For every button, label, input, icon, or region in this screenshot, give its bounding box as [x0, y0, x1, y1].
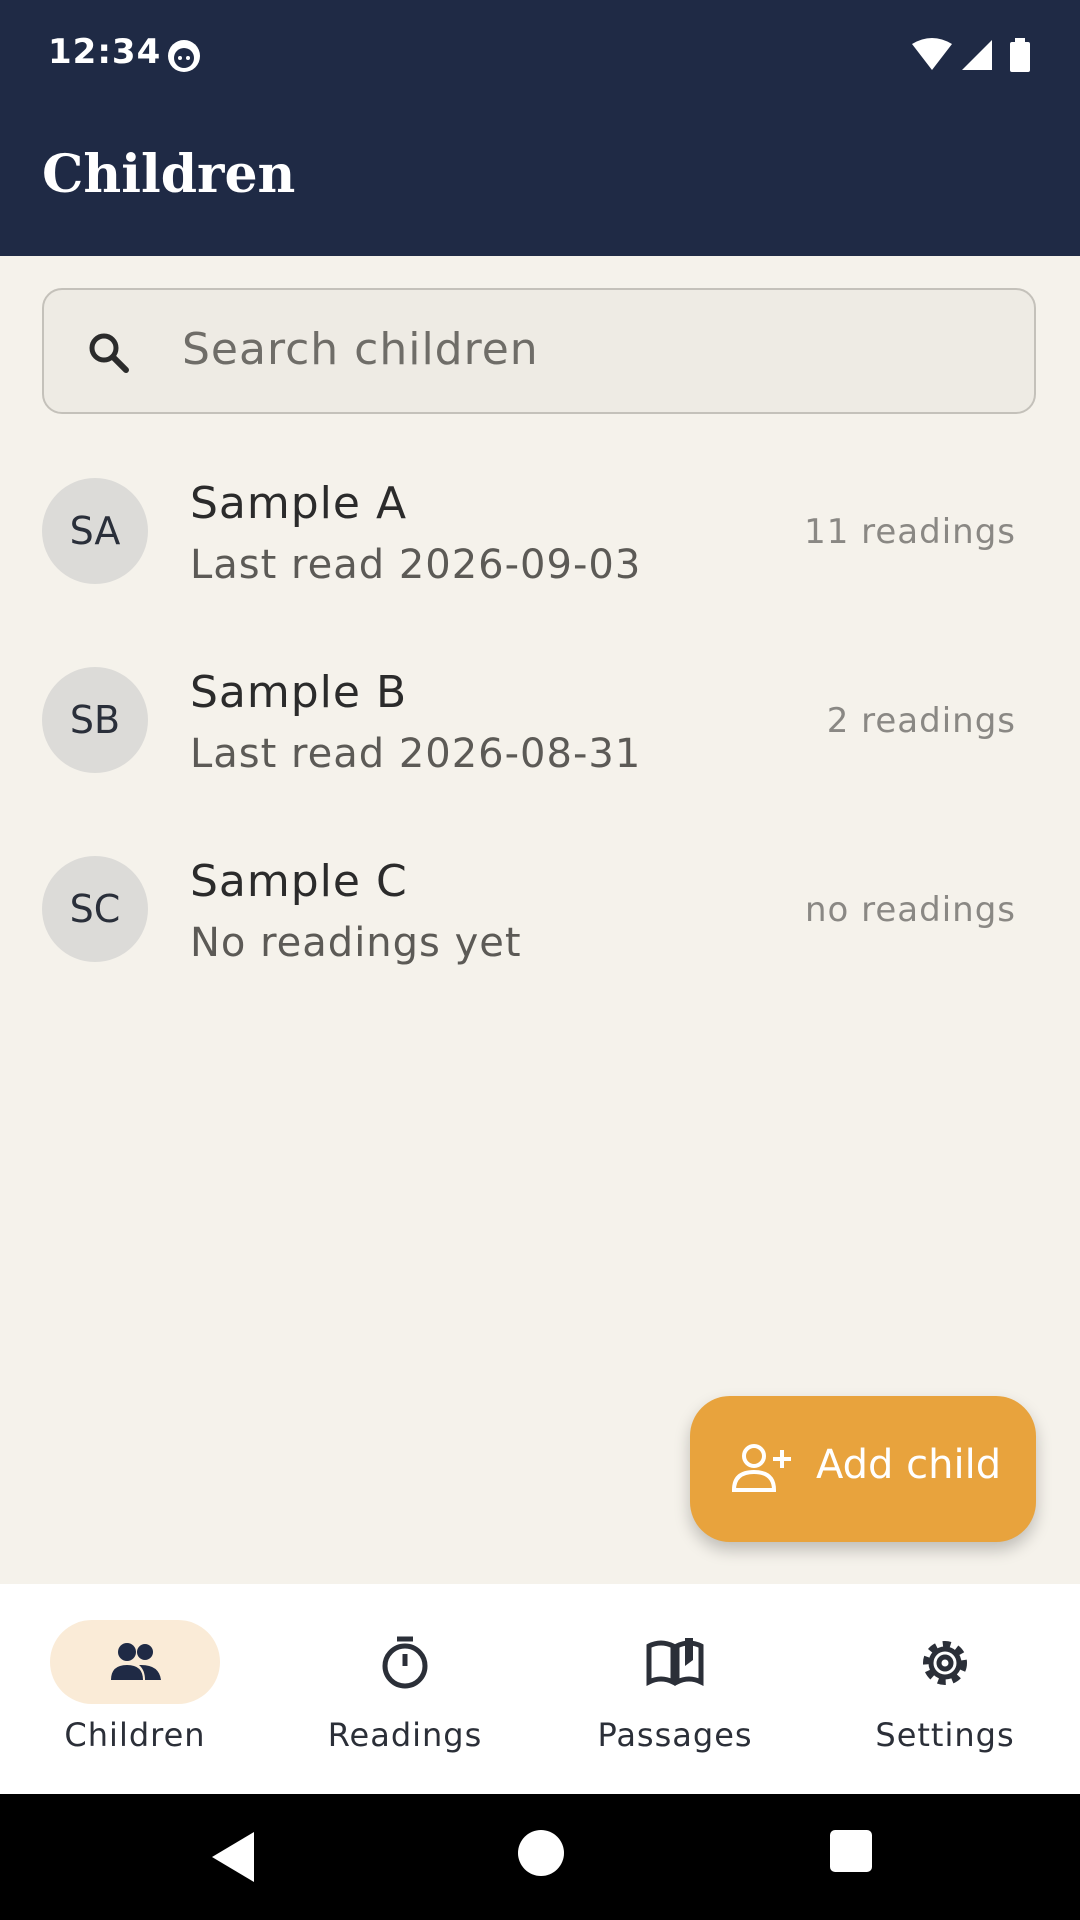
- status-time: 12:34: [48, 32, 162, 72]
- nav-label-children: Children: [64, 1716, 206, 1754]
- avatar: SA: [42, 478, 148, 584]
- person-add-icon: [731, 1444, 791, 1492]
- app-bar: Children: [0, 110, 1080, 256]
- battery-icon: [1010, 42, 1030, 72]
- people-icon: [111, 1643, 161, 1680]
- children-screen: 12:34 Children Search children SA Sample…: [0, 0, 1080, 1920]
- book-icon: [646, 1638, 704, 1687]
- child-name: Sample B: [190, 667, 408, 718]
- status-bar: 12:34: [0, 0, 1080, 110]
- system-navigation-bar: [0, 1794, 1080, 1920]
- child-last-read: Last read 2026-08-31: [190, 731, 642, 777]
- list-item[interactable]: SB Sample B Last read 2026-08-31 2 readi…: [0, 647, 1080, 817]
- search-field[interactable]: Search children: [42, 288, 1036, 414]
- status-icons: [912, 38, 1030, 72]
- child-last-read: Last read 2026-09-03: [190, 542, 642, 588]
- nav-item-readings[interactable]: Readings: [270, 1584, 540, 1794]
- avatar: SB: [42, 667, 148, 773]
- child-last-read: No readings yet: [190, 920, 522, 966]
- nav-label-passages: Passages: [597, 1716, 753, 1754]
- recents-icon[interactable]: [830, 1830, 872, 1872]
- nav-item-children[interactable]: Children: [0, 1584, 270, 1794]
- child-name: Sample A: [190, 478, 408, 529]
- nav-item-passages[interactable]: Passages: [540, 1584, 810, 1794]
- reading-count: 2 readings: [826, 701, 1016, 741]
- search-icon: [89, 333, 129, 373]
- nav-label-readings: Readings: [327, 1716, 483, 1754]
- gear-icon: [923, 1641, 967, 1685]
- cat-icon: [168, 40, 200, 72]
- child-name: Sample C: [190, 856, 408, 907]
- add-child-label: Add child: [816, 1442, 1002, 1488]
- nav-label-settings: Settings: [875, 1716, 1015, 1754]
- list-item[interactable]: SA Sample A Last read 2026-09-03 11 read…: [0, 458, 1080, 628]
- home-icon[interactable]: [518, 1830, 564, 1876]
- bottom-navigation: Children Readings Passages Settings: [0, 1584, 1080, 1794]
- back-icon[interactable]: [206, 1828, 262, 1886]
- reading-count: 11 readings: [804, 512, 1016, 552]
- search-input[interactable]: Search children: [182, 324, 539, 375]
- nav-item-settings[interactable]: Settings: [810, 1584, 1080, 1794]
- timer-icon: [382, 1636, 428, 1689]
- list-item[interactable]: SC Sample C No readings yet no readings: [0, 836, 1080, 1006]
- reading-count: no readings: [804, 890, 1016, 930]
- avatar: SC: [42, 856, 148, 962]
- page-title: Children: [42, 144, 296, 205]
- signal-icon: [962, 40, 992, 70]
- wifi-icon: [912, 38, 952, 70]
- add-child-button[interactable]: Add child: [690, 1396, 1036, 1542]
